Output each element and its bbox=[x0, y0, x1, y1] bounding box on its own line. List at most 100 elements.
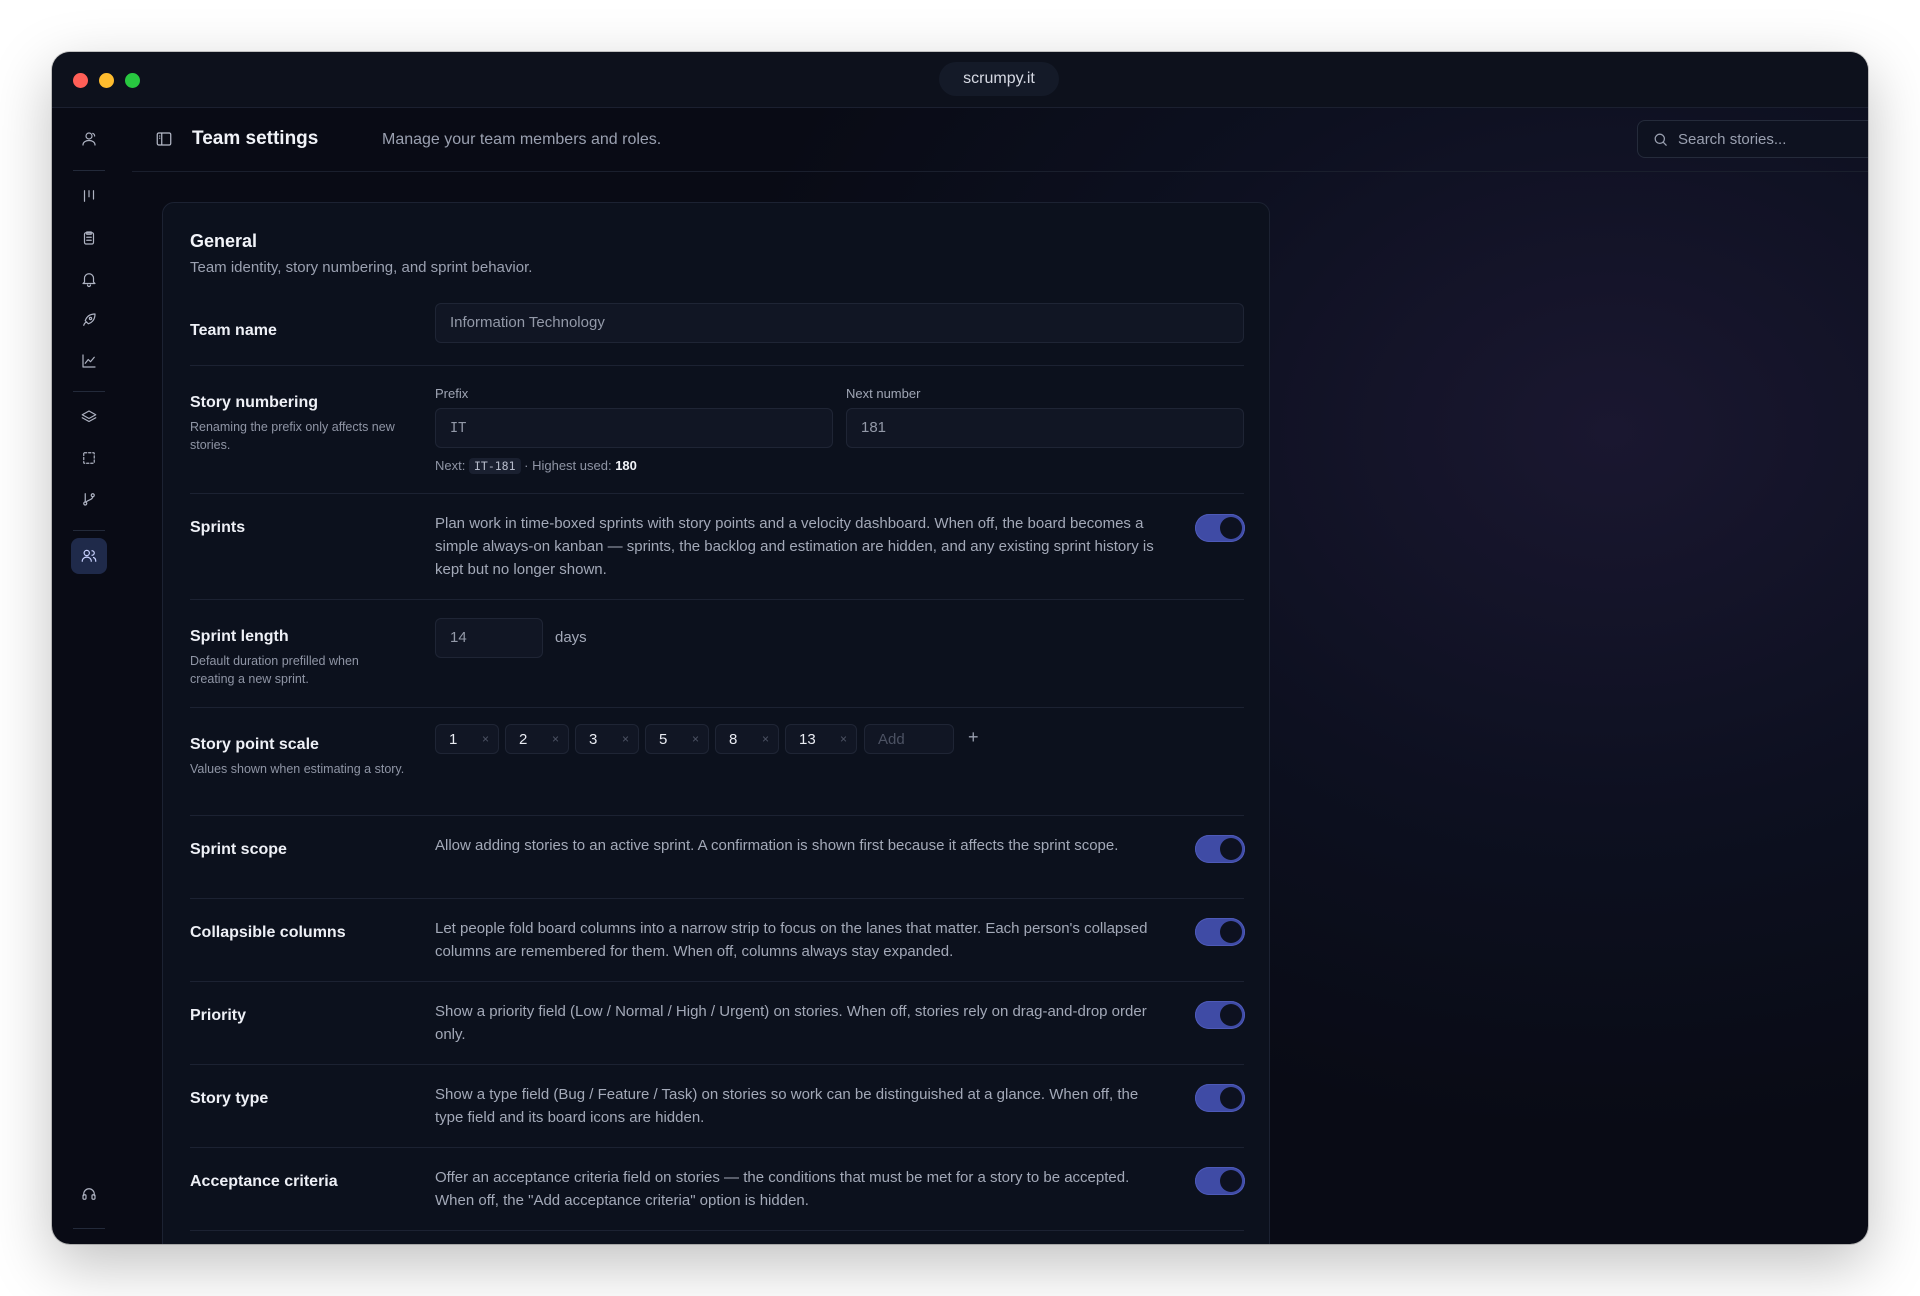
toggle-knob bbox=[1220, 921, 1242, 943]
numbering-info: Next: IT-181 · Highest used: 180 bbox=[435, 458, 637, 474]
collapsible-columns-row: Collapsible columns Let people fold boar… bbox=[190, 898, 1245, 981]
story-point-scale-help: Values shown when estimating a story. bbox=[190, 762, 405, 776]
scale-chip: 3 × bbox=[575, 724, 639, 754]
remove-chip-icon[interactable]: × bbox=[482, 732, 489, 746]
title-bar: scrumpy.it bbox=[52, 52, 1868, 108]
board-icon[interactable] bbox=[73, 180, 105, 212]
sprint-length-label: Sprint length bbox=[190, 628, 289, 645]
add-point-button[interactable]: + bbox=[968, 727, 979, 748]
scale-chip-value: 13 bbox=[799, 731, 816, 748]
remove-chip-icon[interactable]: × bbox=[692, 732, 699, 746]
team-name-label: Team name bbox=[190, 322, 277, 339]
sprints-toggle[interactable] bbox=[1195, 514, 1245, 542]
priority-toggle[interactable] bbox=[1195, 1001, 1245, 1029]
story-numbering-label: Story numbering bbox=[190, 394, 319, 411]
next-number-input[interactable]: 181 bbox=[846, 408, 1244, 448]
story-type-row: Story type Show a type field (Bug / Feat… bbox=[190, 1064, 1245, 1147]
scale-chip: 1 × bbox=[435, 724, 499, 754]
highest-label: · Highest used: bbox=[524, 458, 612, 473]
sidebar-divider bbox=[73, 391, 105, 392]
priority-label: Priority bbox=[190, 1007, 247, 1024]
story-type-label: Story type bbox=[190, 1090, 269, 1107]
sprint-length-help: Default duration prefilled when creating… bbox=[190, 654, 359, 686]
search-icon bbox=[1652, 131, 1669, 148]
toggle-knob bbox=[1220, 1004, 1242, 1026]
toggle-knob bbox=[1220, 517, 1242, 539]
collapsible-columns-description: Let people fold board columns into a nar… bbox=[435, 920, 1148, 960]
headset-icon[interactable] bbox=[73, 1178, 105, 1210]
general-card: General Team identity, story numbering, … bbox=[162, 202, 1270, 1244]
layers-icon[interactable] bbox=[73, 401, 105, 433]
sprint-scope-toggle[interactable] bbox=[1195, 835, 1245, 863]
acceptance-criteria-label: Acceptance criteria bbox=[190, 1173, 338, 1190]
maximize-window-button[interactable] bbox=[125, 73, 140, 88]
scale-chip-value: 1 bbox=[449, 731, 458, 748]
sprint-length-unit: days bbox=[555, 629, 587, 646]
user-icon[interactable] bbox=[73, 123, 105, 155]
search-box[interactable] bbox=[1637, 120, 1868, 158]
sidebar-divider bbox=[73, 530, 105, 531]
collapsible-columns-toggle[interactable] bbox=[1195, 918, 1245, 946]
header: Team settings Manage your team members a… bbox=[132, 108, 1868, 172]
next-code: IT-181 bbox=[468, 458, 521, 474]
toggle-knob bbox=[1220, 838, 1242, 860]
collapsible-columns-label: Collapsible columns bbox=[190, 924, 346, 941]
prefix-input[interactable]: IT bbox=[435, 408, 833, 448]
sprint-length-input[interactable]: 14 bbox=[435, 618, 543, 658]
story-type-description: Show a type field (Bug / Feature / Task)… bbox=[435, 1086, 1139, 1126]
sidebar: AD bbox=[52, 108, 126, 1244]
next-prefix: Next: bbox=[435, 458, 466, 473]
team-icon[interactable] bbox=[71, 538, 107, 574]
acceptance-criteria-description: Offer an acceptance criteria field on st… bbox=[435, 1169, 1130, 1209]
selection-icon[interactable] bbox=[73, 442, 105, 474]
page-title: Team settings bbox=[192, 128, 319, 149]
rocket-icon[interactable] bbox=[73, 304, 105, 336]
sprint-scope-description: Allow adding stories to an active sprint… bbox=[435, 837, 1119, 854]
story-type-toggle[interactable] bbox=[1195, 1084, 1245, 1112]
app-window: scrumpy.it Team settings Manage your tea… bbox=[52, 52, 1868, 1244]
minimize-window-button[interactable] bbox=[99, 73, 114, 88]
bell-icon[interactable] bbox=[73, 263, 105, 295]
acceptance-criteria-toggle[interactable] bbox=[1195, 1167, 1245, 1195]
scale-chip: 5 × bbox=[645, 724, 709, 754]
section-title: General bbox=[190, 231, 258, 251]
git-branch-icon[interactable] bbox=[73, 483, 105, 515]
priority-description: Show a priority field (Low / Normal / Hi… bbox=[435, 1003, 1147, 1043]
sidebar-toggle-icon[interactable] bbox=[155, 130, 173, 148]
section-description: Team identity, story numbering, and spri… bbox=[190, 259, 533, 276]
team-name-row: Team name Information Technology bbox=[190, 303, 1244, 365]
clipboard-icon[interactable] bbox=[73, 222, 105, 254]
remove-chip-icon[interactable]: × bbox=[762, 732, 769, 746]
scale-chip-value: 5 bbox=[659, 731, 668, 748]
sprint-length-row: Sprint length Default duration prefilled… bbox=[190, 599, 1244, 707]
prefix-label: Prefix bbox=[435, 386, 469, 401]
remove-chip-icon[interactable]: × bbox=[622, 732, 629, 746]
scale-chip-value: 8 bbox=[729, 731, 738, 748]
sidebar-divider bbox=[73, 1228, 105, 1229]
sprints-row: Sprints Plan work in time-boxed sprints … bbox=[190, 493, 1245, 599]
url-pill: scrumpy.it bbox=[939, 62, 1059, 96]
sprints-description: Plan work in time-boxed sprints with sto… bbox=[435, 515, 1154, 578]
chart-icon[interactable] bbox=[73, 345, 105, 377]
team-name-input[interactable]: Information Technology bbox=[435, 303, 1244, 343]
story-point-scale-label: Story point scale bbox=[190, 736, 319, 753]
sidebar-divider bbox=[73, 170, 105, 171]
page-subtitle: Manage your team members and roles. bbox=[382, 131, 662, 148]
add-point-input[interactable] bbox=[864, 724, 954, 754]
scale-chip: 8 × bbox=[715, 724, 779, 754]
scale-chip: 13 × bbox=[785, 724, 857, 754]
sprints-label: Sprints bbox=[190, 519, 246, 536]
toggle-knob bbox=[1220, 1087, 1242, 1109]
acceptance-criteria-row: Acceptance criteria Offer an acceptance … bbox=[190, 1147, 1245, 1231]
remove-chip-icon[interactable]: × bbox=[840, 732, 847, 746]
scale-chip-value: 2 bbox=[519, 731, 528, 748]
close-window-button[interactable] bbox=[73, 73, 88, 88]
search-input[interactable] bbox=[1678, 121, 1868, 157]
scale-chip: 2 × bbox=[505, 724, 569, 754]
remove-chip-icon[interactable]: × bbox=[552, 732, 559, 746]
toggle-knob bbox=[1220, 1170, 1242, 1192]
story-point-scale-row: Story point scale Values shown when esti… bbox=[190, 707, 1244, 815]
priority-row: Priority Show a priority field (Low / No… bbox=[190, 981, 1245, 1064]
story-numbering-row: Story numbering Renaming the prefix only… bbox=[190, 365, 1244, 493]
scale-chip-value: 3 bbox=[589, 731, 598, 748]
